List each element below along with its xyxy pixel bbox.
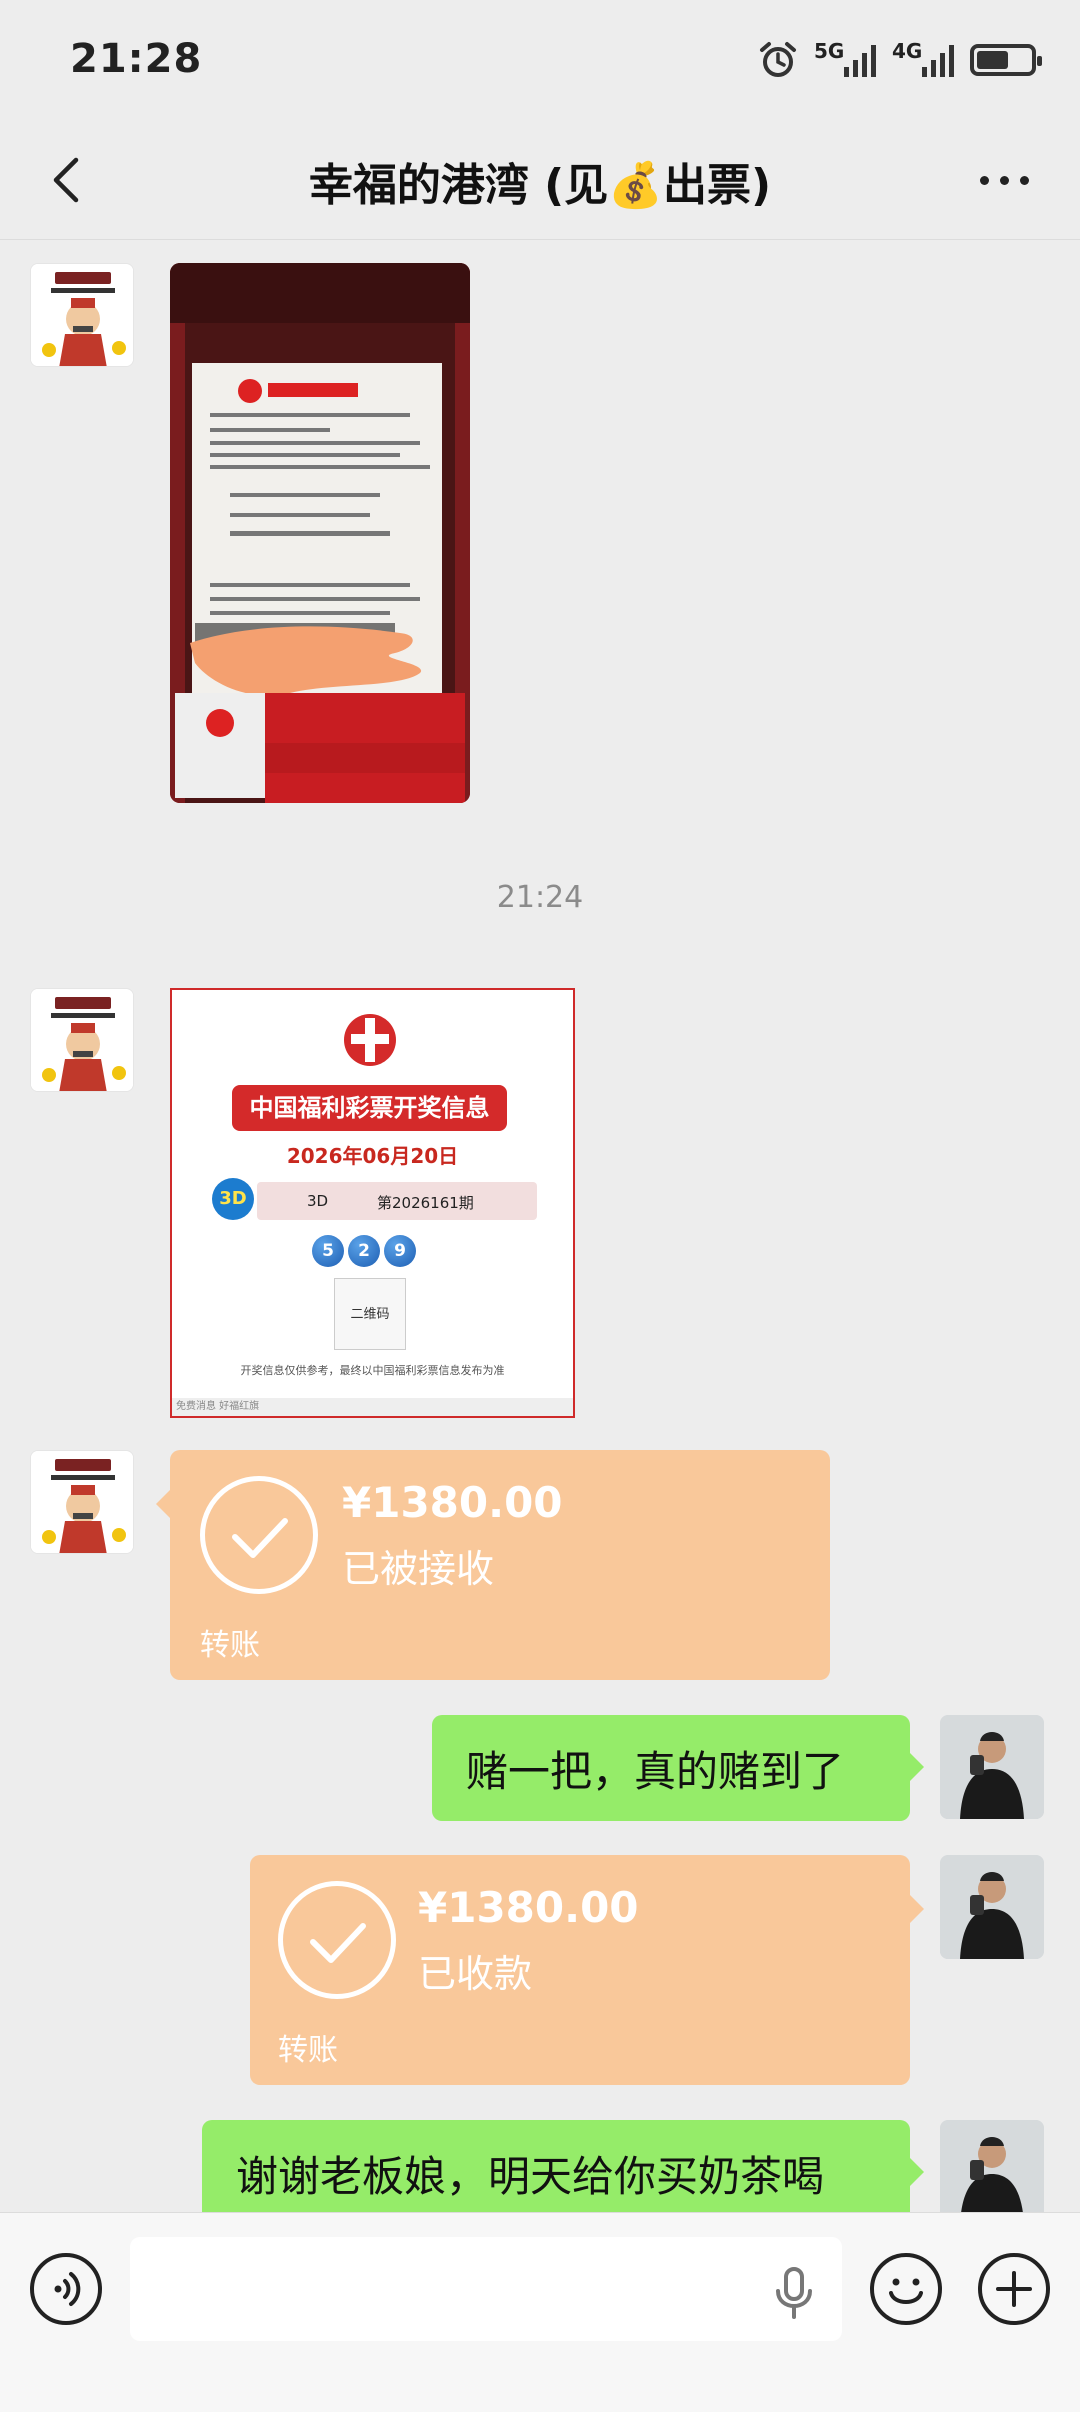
my-avatar[interactable] xyxy=(940,1855,1044,1959)
lottery-result-image[interactable]: 中国福利彩票开奖信息 2026年06月20日 3D 3D 第2026161期 5… xyxy=(170,988,575,1418)
lottery-ball: 2 xyxy=(348,1235,380,1267)
status-icons: 5G 4G xyxy=(758,39,1042,80)
transfer-label: 转账 xyxy=(278,2033,338,2068)
lottery-date: 2026年06月20日 xyxy=(286,1144,459,1168)
lottery-ball: 9 xyxy=(384,1235,416,1267)
my-avatar[interactable] xyxy=(940,1715,1044,1819)
message-text: 赌一把，真的赌到了 xyxy=(466,1746,845,1796)
welfare-lottery-logo-icon xyxy=(344,1014,396,1066)
transfer-status: 已被接收 xyxy=(342,1547,495,1591)
chat-header: 幸福的港湾 (见💰出票) xyxy=(0,125,1080,240)
input-bar xyxy=(0,2212,1080,2412)
message-text: 谢谢老板娘，明天给你买奶茶喝 xyxy=(236,2151,825,2201)
lottery-balls: 5 2 9 xyxy=(312,1235,416,1267)
lottery-banner: 中国福利彩票开奖信息 xyxy=(232,1085,507,1131)
more-options-icon[interactable] xyxy=(964,155,1044,205)
contact-avatar[interactable] xyxy=(30,1450,134,1554)
message-bubble-sent[interactable]: 谢谢老板娘，明天给你买奶茶喝 xyxy=(202,2120,924,2226)
transfer-status: 已收款 xyxy=(418,1952,533,1996)
emoji-icon[interactable] xyxy=(870,2253,942,2325)
user-photo-avatar-image xyxy=(940,1715,1044,1819)
message-bubble-sent[interactable]: 赌一把，真的赌到了 xyxy=(432,1715,924,1821)
status-bar: 21:28 5G 4G xyxy=(0,0,1080,125)
god-of-wealth-avatar-image xyxy=(31,264,133,366)
voice-input-icon[interactable] xyxy=(30,2253,102,2325)
god-of-wealth-avatar-image xyxy=(31,989,133,1091)
user-photo-avatar-image xyxy=(940,1855,1044,1959)
transfer-amount: ¥1380.00 xyxy=(418,1883,639,1932)
image-footer: 免费消息 好福红旗 xyxy=(172,1398,573,1416)
signal-5g-icon: 5G xyxy=(814,39,876,77)
check-circle-icon xyxy=(200,1476,318,1594)
lottery-period: 第2026161期 xyxy=(377,1194,474,1212)
3d-game-logo-icon: 3D xyxy=(212,1178,254,1220)
transfer-label: 转账 xyxy=(200,1628,260,1663)
transfer-card-received[interactable]: ¥1380.00 已被接收 转账 xyxy=(156,1450,830,1680)
qr-code-placeholder: 二维码 xyxy=(334,1278,406,1350)
transfer-amount: ¥1380.00 xyxy=(342,1478,563,1527)
contact-avatar[interactable] xyxy=(30,988,134,1092)
message-timestamp: 21:24 xyxy=(496,880,584,915)
god-of-wealth-avatar-image xyxy=(31,1451,133,1553)
battery-icon xyxy=(970,44,1042,76)
microphone-icon[interactable] xyxy=(772,2265,816,2321)
chat-title: 幸福的港湾 (见💰出票) xyxy=(308,160,772,211)
battery-fill xyxy=(977,51,1009,69)
lottery-game-name: 3D xyxy=(307,1192,329,1210)
contact-avatar[interactable] xyxy=(30,263,134,367)
add-more-icon[interactable] xyxy=(978,2253,1050,2325)
signal-4g-icon: 4G xyxy=(892,39,954,77)
transfer-card-sent[interactable]: ¥1380.00 已收款 转账 xyxy=(250,1855,924,2085)
lottery-ball: 5 xyxy=(312,1235,344,1267)
check-circle-icon xyxy=(278,1881,396,1999)
alarm-icon xyxy=(760,42,796,77)
lottery-disclaimer: 开奖信息仅供参考，最终以中国福利彩票信息发布为准 xyxy=(240,1364,505,1377)
lottery-ticket-photo[interactable] xyxy=(170,263,470,803)
status-time: 21:28 xyxy=(70,36,203,82)
message-input[interactable] xyxy=(130,2237,842,2341)
lottery-game-row: 3D 第2026161期 xyxy=(257,1182,537,1220)
user-photo-avatar-image xyxy=(940,2120,1044,2224)
my-avatar[interactable] xyxy=(940,2120,1044,2224)
